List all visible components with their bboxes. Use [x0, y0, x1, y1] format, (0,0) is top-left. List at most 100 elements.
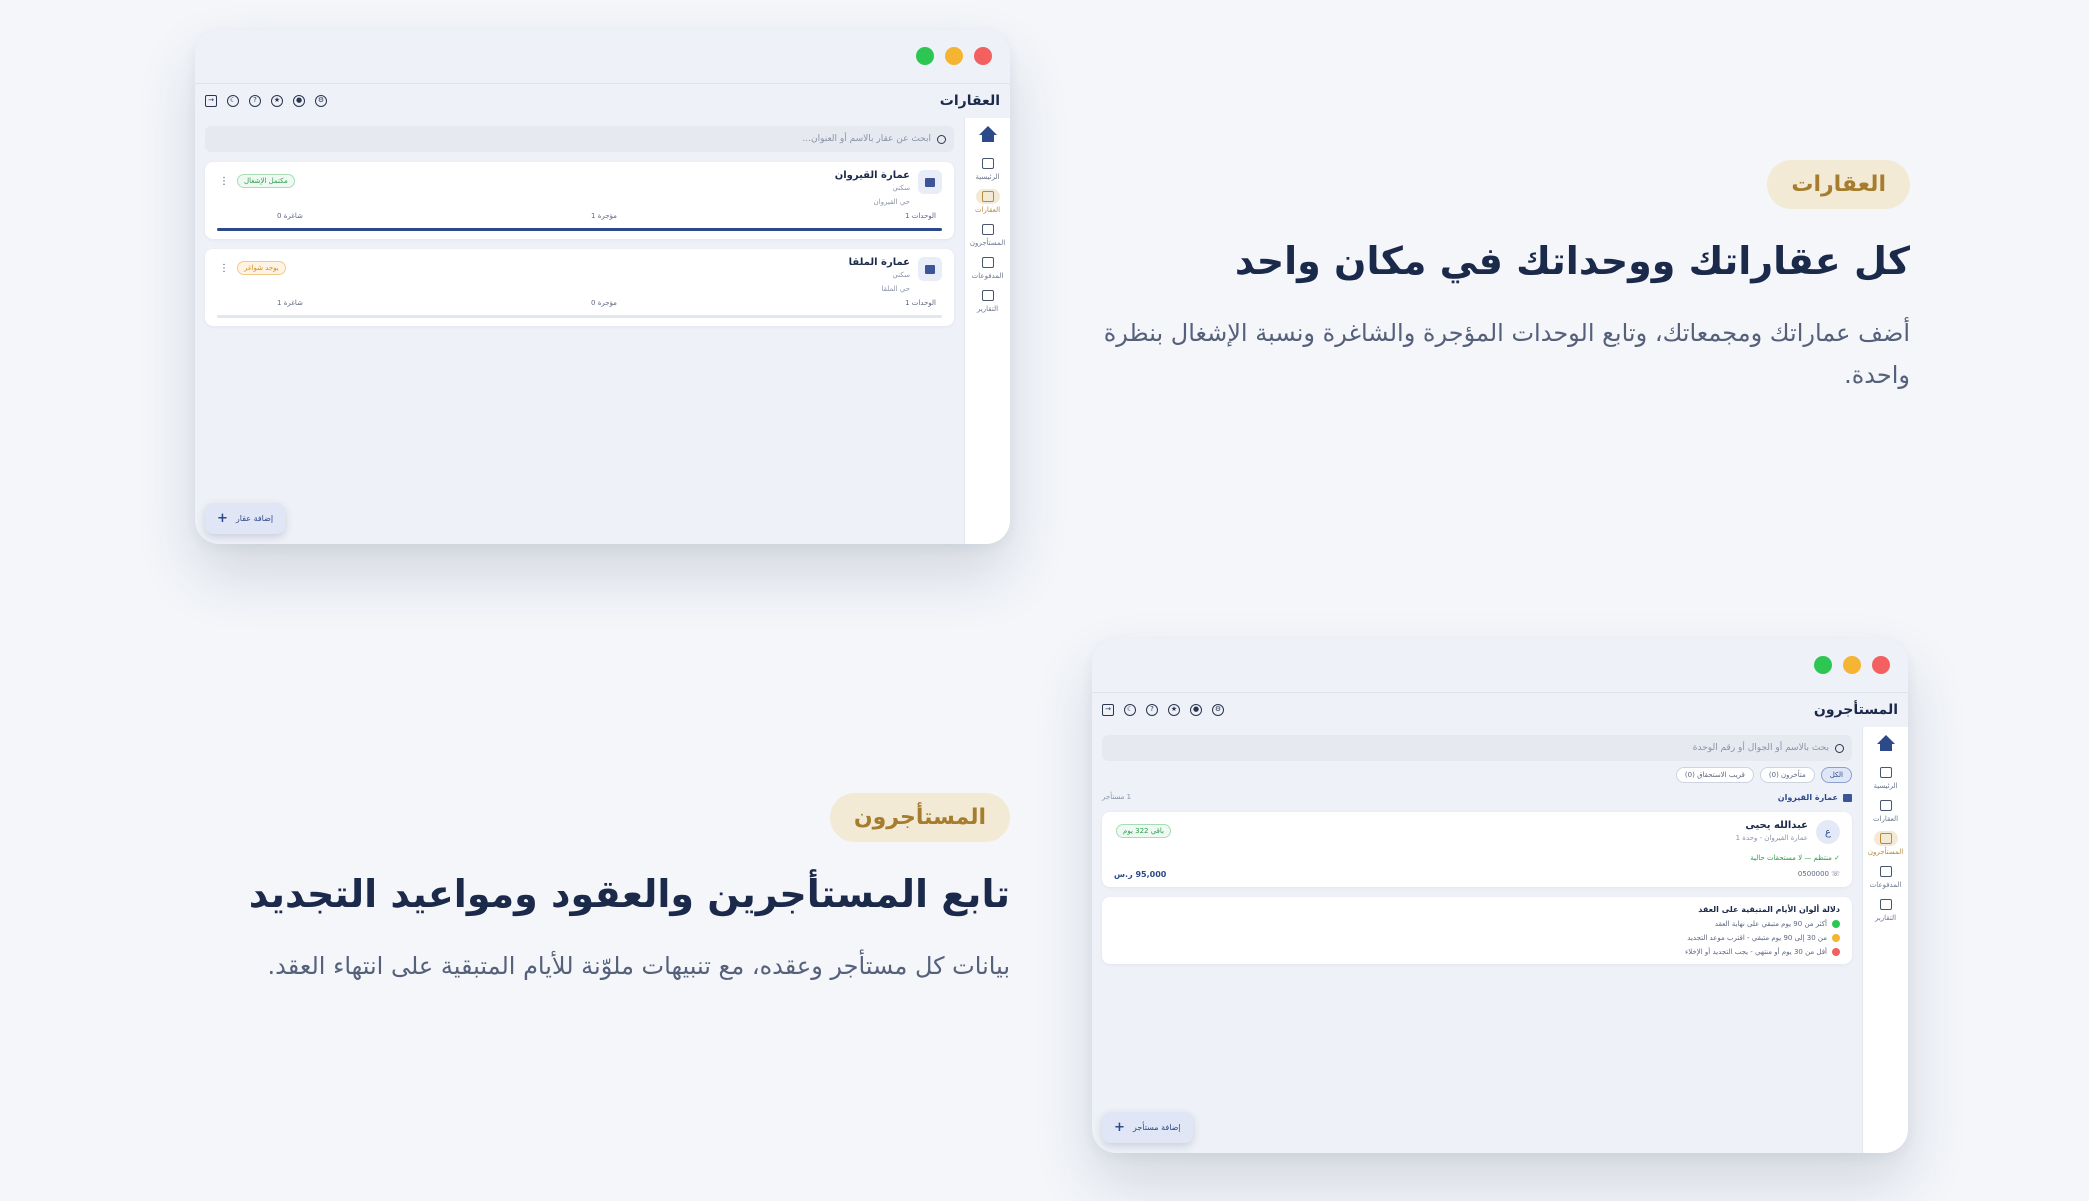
- group-title: عمارة القيروان: [1777, 793, 1838, 802]
- main-content: بحث بالاسم أو الجوال أو رقم الوحدة الكل …: [1102, 727, 1852, 1153]
- vacant-count: شاغرة 1: [277, 299, 303, 307]
- add-user-icon: +: [1114, 1120, 1125, 1135]
- add-property-button[interactable]: + إضافة عقار: [205, 503, 286, 534]
- sidebar-item-payments[interactable]: المدفوعات: [1870, 864, 1901, 889]
- main-content: ابحث عن عقار بالاسم أو العنوان... عمارة …: [205, 118, 954, 544]
- logout-icon[interactable]: →: [1102, 704, 1114, 716]
- sidebar-item-home[interactable]: الرئيسية: [1873, 765, 1898, 790]
- maximize-dot[interactable]: [916, 47, 934, 65]
- red-dot: [1832, 948, 1840, 956]
- users-icon: [981, 224, 994, 235]
- users-icon: [1879, 833, 1892, 844]
- add-tenant-button[interactable]: + إضافة مستأجر: [1102, 1112, 1193, 1143]
- green-dot: [1832, 920, 1840, 928]
- feature-heading: كل عقاراتك ووحداتك في مكان واحد: [1234, 239, 1910, 283]
- status-badge: يوجد شواغر: [237, 261, 286, 275]
- sidebar-item-reports[interactable]: التقارير: [976, 288, 1000, 313]
- chart-icon: [981, 290, 994, 301]
- search-input[interactable]: بحث بالاسم أو الجوال أو رقم الوحدة: [1102, 735, 1852, 761]
- filter-late[interactable]: متأخرون (0): [1759, 767, 1815, 783]
- home-logo-icon[interactable]: [1876, 735, 1895, 751]
- group-count: 1 مستأجر: [1102, 793, 1132, 801]
- occupancy-bar: [217, 315, 942, 318]
- user-icon[interactable]: ●: [1190, 704, 1202, 716]
- filter-all[interactable]: الكل: [1820, 767, 1852, 783]
- maximize-dot[interactable]: [1814, 656, 1832, 674]
- moon-icon[interactable]: ☾: [1124, 704, 1136, 716]
- property-card[interactable]: عمارة القيروان سكني مكتمل الإشغال ⋮ حي ا…: [205, 162, 954, 239]
- search-input[interactable]: ابحث عن عقار بالاسم أو العنوان...: [205, 126, 954, 152]
- sidebar-item-reports[interactable]: التقارير: [1874, 897, 1898, 922]
- payment-status: ✓ منتظم — لا مستحقات حالية: [1750, 854, 1840, 862]
- occupancy-bar: [217, 228, 942, 231]
- avatar: ع: [1816, 820, 1840, 844]
- tenant-unit: عمارة القيروان - وحدة 1: [1735, 834, 1808, 842]
- search-icon: [937, 134, 946, 144]
- rent-amount: 95,000 ر.س: [1114, 870, 1167, 879]
- feature-heading: تابع المستأجرين والعقود ومواعيد التجديد: [248, 872, 1010, 916]
- settings-icon[interactable]: ⚙: [315, 95, 327, 107]
- feature-pill: المستأجرون: [829, 793, 1010, 842]
- sidebar-item-home[interactable]: الرئيسية: [975, 156, 1000, 181]
- feature-description: أضف عماراتك ومجمعاتك، وتابع الوحدات المؤ…: [1103, 319, 1910, 390]
- building-icon: [1879, 800, 1892, 811]
- building-icon: [918, 257, 942, 281]
- property-location: حي القيروان: [873, 198, 910, 206]
- minimize-dot[interactable]: [1843, 656, 1861, 674]
- color-legend: دلالة ألوان الأيام المتبقية على العقد أك…: [1102, 897, 1852, 964]
- moon-icon[interactable]: ☾: [227, 95, 239, 107]
- orange-dot: [1832, 934, 1840, 942]
- days-remaining-badge: باقي 322 يوم: [1116, 824, 1171, 838]
- building-icon: [981, 191, 994, 202]
- vacant-count: شاغرة 0: [277, 212, 303, 220]
- tenants-window: المستأجرون → ☾ ? ★ ● ⚙ الرئيسية العقارات: [1092, 639, 1908, 1153]
- property-card[interactable]: عمارة الملقا سكني يوجد شواغر ⋮ حي الملقا…: [205, 249, 954, 326]
- close-dot[interactable]: [1872, 656, 1890, 674]
- home-logo-icon[interactable]: [978, 126, 997, 142]
- award-icon[interactable]: ★: [1168, 704, 1180, 716]
- status-badge: مكتمل الإشغال: [237, 174, 295, 188]
- sidebar-item-payments[interactable]: المدفوعات: [972, 255, 1003, 280]
- sidebar-item-properties[interactable]: العقارات: [975, 189, 1000, 214]
- plus-icon: +: [217, 511, 228, 526]
- cash-icon: [1879, 866, 1892, 877]
- search-icon: [1835, 743, 1844, 753]
- logout-icon[interactable]: →: [205, 95, 217, 107]
- settings-icon[interactable]: ⚙: [1212, 704, 1224, 716]
- more-menu-icon[interactable]: ⋮: [219, 263, 229, 274]
- sidebar-item-properties[interactable]: العقارات: [1873, 798, 1898, 823]
- help-icon[interactable]: ?: [1146, 704, 1158, 716]
- minimize-dot[interactable]: [945, 47, 963, 65]
- grid-icon: [981, 158, 994, 169]
- more-menu-icon[interactable]: ⋮: [219, 176, 229, 187]
- help-icon[interactable]: ?: [249, 95, 261, 107]
- chart-icon: [1879, 899, 1892, 910]
- tenant-phone: ☏ 0500000: [1797, 870, 1840, 878]
- sidebar-item-tenants[interactable]: المستأجرون: [1868, 831, 1903, 856]
- close-dot[interactable]: [974, 47, 992, 65]
- grid-icon: [1879, 767, 1892, 778]
- page-title: المستأجرون: [1813, 702, 1898, 718]
- property-type: سكني: [892, 271, 910, 279]
- tenant-card[interactable]: ع عبدالله يحيى عمارة القيروان - وحدة 1 ب…: [1102, 812, 1852, 887]
- feature-tenants: المستأجرون تابع المستأجرين والعقود ومواع…: [190, 793, 1010, 987]
- app-header: المستأجرون → ☾ ? ★ ● ⚙: [1092, 693, 1908, 727]
- filter-due-soon[interactable]: قريب الاستحقاق (0): [1675, 767, 1754, 783]
- units-count: الوحدات 1: [905, 212, 936, 220]
- feature-pill: العقارات: [1767, 160, 1910, 209]
- window-titlebar: [1092, 639, 1908, 693]
- rented-count: مؤجرة 1: [591, 212, 617, 220]
- cash-icon: [981, 257, 994, 268]
- tenant-name: عبدالله يحيى: [1745, 820, 1808, 831]
- units-count: الوحدات 1: [905, 299, 936, 307]
- property-name: عمارة القيروان: [834, 170, 910, 181]
- user-icon[interactable]: ●: [293, 95, 305, 107]
- rented-count: مؤجرة 0: [591, 299, 617, 307]
- feature-properties: العقارات كل عقاراتك ووحداتك في مكان واحد…: [1090, 160, 1910, 396]
- building-icon: [1843, 793, 1852, 802]
- sidebar-item-tenants[interactable]: المستأجرون: [970, 222, 1005, 247]
- sidebar: الرئيسية العقارات المستأجرون المدفوعات ا…: [964, 118, 1010, 544]
- award-icon[interactable]: ★: [271, 95, 283, 107]
- window-titlebar: [195, 30, 1010, 84]
- property-type: سكني: [892, 184, 910, 192]
